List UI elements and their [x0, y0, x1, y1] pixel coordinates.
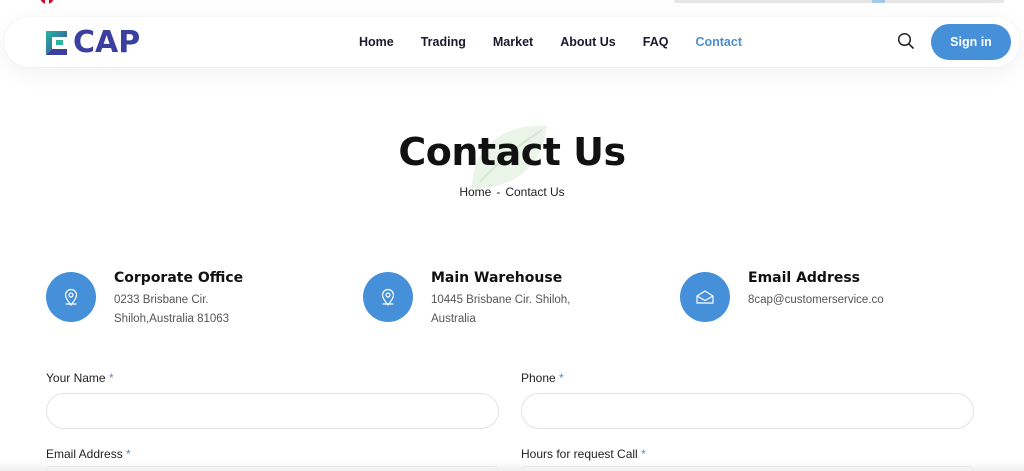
required-mark: *: [126, 447, 131, 461]
location-pin-icon: [363, 272, 413, 322]
your-name-input[interactable]: [46, 393, 499, 429]
info-line: Shiloh,Australia 81063: [114, 313, 230, 325]
nav-trading[interactable]: Trading: [421, 35, 466, 49]
bottom-fade-overlay: [0, 462, 1024, 471]
phone-input[interactable]: [521, 393, 974, 429]
required-mark: *: [108, 371, 114, 385]
site-logo[interactable]: CAP: [44, 25, 141, 60]
your-name-label: Your Name *: [46, 371, 114, 385]
info-title: Corporate Office: [114, 270, 244, 286]
info-card-corporate-office: Corporate Office 0233 Brisbane Cir. Shil…: [46, 270, 306, 330]
info-title: Email Address: [748, 270, 861, 286]
hours-request-call-label: Hours for request Call *: [521, 447, 646, 461]
main-navbar: CAP Home Trading Market About Us FAQ Con…: [4, 17, 1020, 67]
breadcrumb-home-link[interactable]: Home: [459, 185, 491, 199]
nav-faq[interactable]: FAQ: [643, 35, 669, 49]
breadcrumb-separator: -: [496, 185, 501, 199]
required-mark: *: [559, 371, 564, 385]
nav-contact[interactable]: Contact: [695, 35, 742, 49]
your-name-label-text: Your Name: [46, 371, 106, 385]
phone-label: Phone *: [521, 371, 564, 385]
sign-in-button[interactable]: Sign in: [931, 24, 1011, 60]
phone-label-text: Phone: [521, 371, 556, 385]
info-line: Australia: [431, 313, 476, 325]
search-icon[interactable]: [897, 32, 915, 50]
nav-market[interactable]: Market: [493, 35, 533, 49]
info-line: 10445 Brisbane Cir. Shiloh,: [431, 294, 571, 306]
location-pin-icon: [46, 272, 96, 322]
email-address-label: Email Address *: [46, 447, 131, 461]
required-mark: *: [641, 447, 646, 461]
logo-mark-icon: [46, 31, 67, 55]
email-address-label-text: Email Address: [46, 447, 123, 461]
primary-nav: Home Trading Market About Us FAQ Contact: [359, 17, 769, 67]
breadcrumb: Home - Contact Us: [0, 185, 1024, 199]
info-card-email-address: Email Address 8cap@customerservice.co: [680, 270, 980, 330]
info-line: 0233 Brisbane Cir.: [114, 294, 209, 306]
breadcrumb-current: Contact Us: [505, 185, 565, 199]
language-flag-icon[interactable]: [40, 0, 54, 4]
page-title: Contact Us: [398, 130, 626, 174]
info-title: Main Warehouse: [431, 270, 563, 286]
info-line: 8cap@customerservice.co: [748, 294, 884, 306]
nav-about-us[interactable]: About Us: [560, 35, 616, 49]
envelope-icon: [680, 272, 730, 322]
hours-request-call-label-text: Hours for request Call: [521, 447, 638, 461]
top-info-bar: [674, 0, 1004, 3]
logo-text: CAP: [73, 25, 141, 60]
info-card-main-warehouse: Main Warehouse 10445 Brisbane Cir. Shilo…: [363, 270, 623, 330]
nav-home[interactable]: Home: [359, 35, 394, 49]
